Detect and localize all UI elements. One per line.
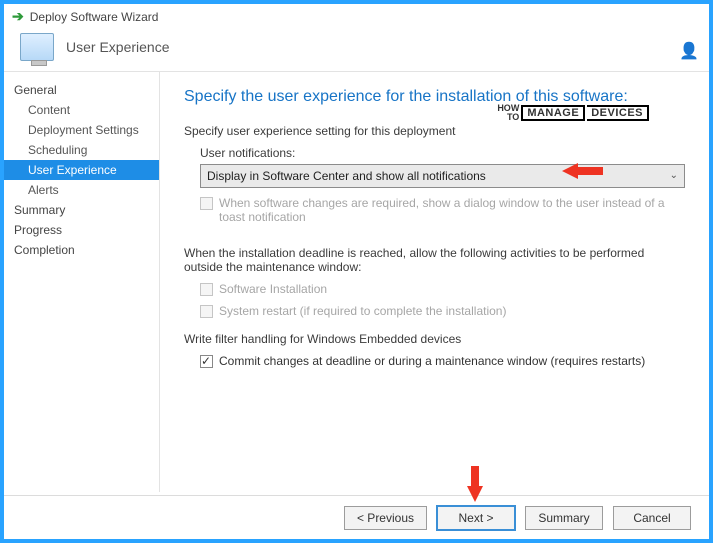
nav-content[interactable]: Content bbox=[4, 100, 159, 120]
nav-scheduling[interactable]: Scheduling bbox=[4, 140, 159, 160]
wizard-header: User Experience 👤 bbox=[4, 27, 709, 71]
summary-button[interactable]: Summary bbox=[525, 506, 603, 530]
user-notifications-value: Display in Software Center and show all … bbox=[207, 169, 486, 183]
cancel-button[interactable]: Cancel bbox=[613, 506, 691, 530]
monitor-icon bbox=[20, 33, 54, 61]
intro-text: Specify user experience setting for this… bbox=[184, 124, 685, 138]
commit-changes-label: Commit changes at deadline or during a m… bbox=[219, 354, 645, 368]
system-restart-label: System restart (if required to complete … bbox=[219, 304, 506, 318]
watermark-devices: DEVICES bbox=[587, 105, 649, 121]
nav-user-experience[interactable]: User Experience bbox=[4, 160, 159, 180]
nav-alerts[interactable]: Alerts bbox=[4, 180, 159, 200]
user-notifications-label: User notifications: bbox=[200, 146, 685, 160]
page-header-title: User Experience bbox=[66, 39, 170, 55]
content-pane: Specify the user experience for the inst… bbox=[160, 72, 709, 492]
software-install-checkbox bbox=[200, 283, 213, 296]
write-filter-label: Write filter handling for Windows Embedd… bbox=[184, 332, 685, 346]
nav-deployment-settings[interactable]: Deployment Settings bbox=[4, 120, 159, 140]
wizard-arrow-icon: ➔ bbox=[12, 8, 24, 25]
next-button[interactable]: Next > bbox=[437, 506, 515, 530]
wizard-footer: < Previous Next > Summary Cancel bbox=[4, 495, 709, 539]
previous-button[interactable]: < Previous bbox=[344, 506, 427, 530]
person-icon: 👤 bbox=[679, 41, 699, 61]
nav-general[interactable]: General bbox=[4, 80, 159, 100]
system-restart-checkbox bbox=[200, 305, 213, 318]
chevron-down-icon: ⌄ bbox=[670, 170, 678, 181]
window-title: Deploy Software Wizard bbox=[30, 10, 159, 24]
toast-checkbox bbox=[200, 197, 213, 210]
toast-checkbox-label: When software changes are required, show… bbox=[219, 196, 685, 224]
user-notifications-dropdown[interactable]: Display in Software Center and show all … bbox=[200, 164, 685, 188]
nav-completion[interactable]: Completion bbox=[4, 240, 159, 260]
nav-summary[interactable]: Summary bbox=[4, 200, 159, 220]
deadline-text: When the installation deadline is reache… bbox=[184, 246, 685, 274]
nav-progress[interactable]: Progress bbox=[4, 220, 159, 240]
watermark-manage: MANAGE bbox=[521, 105, 585, 121]
commit-changes-checkbox[interactable] bbox=[200, 355, 213, 368]
annotation-arrow-next bbox=[467, 466, 483, 502]
watermark-logo: HOW TO MANAGE DEVICES bbox=[497, 104, 649, 122]
watermark-to: TO bbox=[497, 113, 519, 122]
annotation-arrow-dropdown bbox=[562, 163, 604, 179]
software-install-label: Software Installation bbox=[219, 282, 327, 296]
title-bar: ➔ Deploy Software Wizard bbox=[4, 4, 709, 27]
wizard-nav-sidebar: General Content Deployment Settings Sche… bbox=[4, 72, 160, 492]
